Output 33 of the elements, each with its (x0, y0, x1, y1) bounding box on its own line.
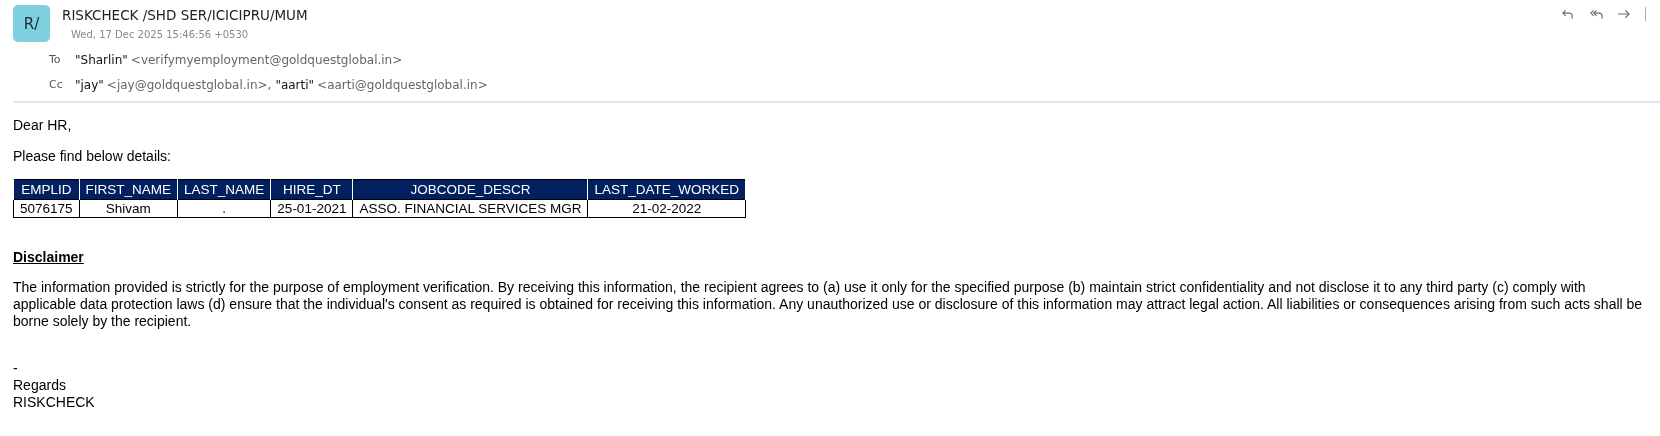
column-header: HIRE_DT (270, 179, 353, 200)
signature-text: RISKCHECK (13, 394, 96, 411)
column-header: LAST_DATE_WORKED (588, 179, 746, 200)
reply-all-icon[interactable] (1589, 8, 1603, 20)
sender-avatar: R/ (13, 5, 50, 42)
recipient-address[interactable]: <verifymyemployment@goldquestglobal.in> (130, 52, 403, 67)
table-cell: 5076175 (13, 199, 80, 218)
recipient-label: To (49, 53, 62, 66)
table-cell: 21-02-2022 (588, 199, 746, 218)
email-date: Wed, 17 Dec 2025 15:46:56 +0530 (71, 29, 250, 40)
table-cell: Shivam (79, 199, 178, 218)
recipient-address[interactable]: <aarti@goldquestglobal.in> (317, 77, 488, 92)
recipient-name[interactable]: "aarti" (275, 77, 315, 92)
intro-text: Please find below details: (13, 148, 172, 165)
reply-icon[interactable] (1561, 8, 1575, 20)
column-header: FIRST_NAME (79, 179, 178, 200)
table-cell: 25-01-2021 (270, 199, 353, 218)
recipient-name[interactable]: "jay" (75, 77, 104, 92)
column-header: JOBCODE_DESCR (352, 179, 588, 200)
recipient-name[interactable]: "Sharlin" (75, 52, 128, 67)
greeting-text: Dear HR, (13, 117, 73, 134)
disclaimer-text: The information provided is strictly for the purpose of employment verification. By receiving this information, the recipient agrees to (a) use it only for the specified purpose (b) maintain strict confidentiality and not disclose it to any third party (c) comply with applicable data protection laws (d) ensure that the individual's consent as required is obtained for receiving this information. Any unauthorized use or disclosure of this information may attract legal action. All liabilities or consequences arising from such acts shall be borne solely by the recipient. (13, 279, 1644, 330)
recipient-address[interactable]: <jay@goldquestglobal.in>, (106, 77, 272, 92)
signature-text: Regards (13, 377, 67, 394)
column-header: LAST_NAME (177, 179, 271, 200)
table-cell: . (177, 199, 271, 218)
disclaimer-heading: Disclaimer (13, 249, 85, 265)
column-header: EMPLID (13, 179, 80, 200)
signature-text: - (13, 360, 19, 377)
table-cell: ASSO. FINANCIAL SERVICES MGR (352, 199, 588, 218)
recipient-label: Cc (49, 78, 64, 91)
forward-icon[interactable] (1617, 8, 1631, 20)
email-subject: RISKCHECK /SHD SER/ICICIPRU/MUM (62, 7, 308, 23)
